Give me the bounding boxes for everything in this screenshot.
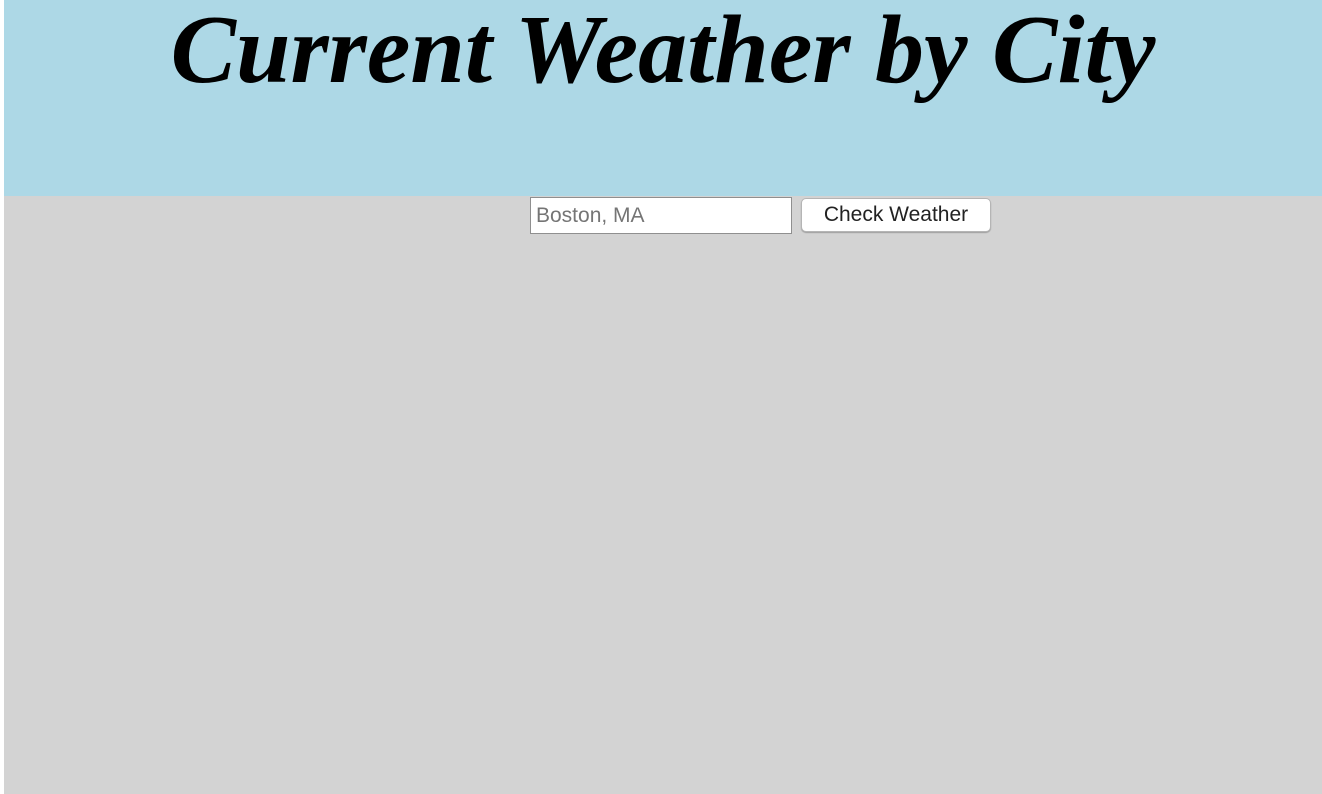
city-input[interactable] — [530, 197, 792, 234]
page-title: Current Weather by City — [170, 0, 1156, 104]
page: Current Weather by City Check Weather — [4, 0, 1322, 794]
check-weather-button[interactable]: Check Weather — [801, 198, 991, 232]
header-banner: Current Weather by City — [4, 0, 1322, 196]
